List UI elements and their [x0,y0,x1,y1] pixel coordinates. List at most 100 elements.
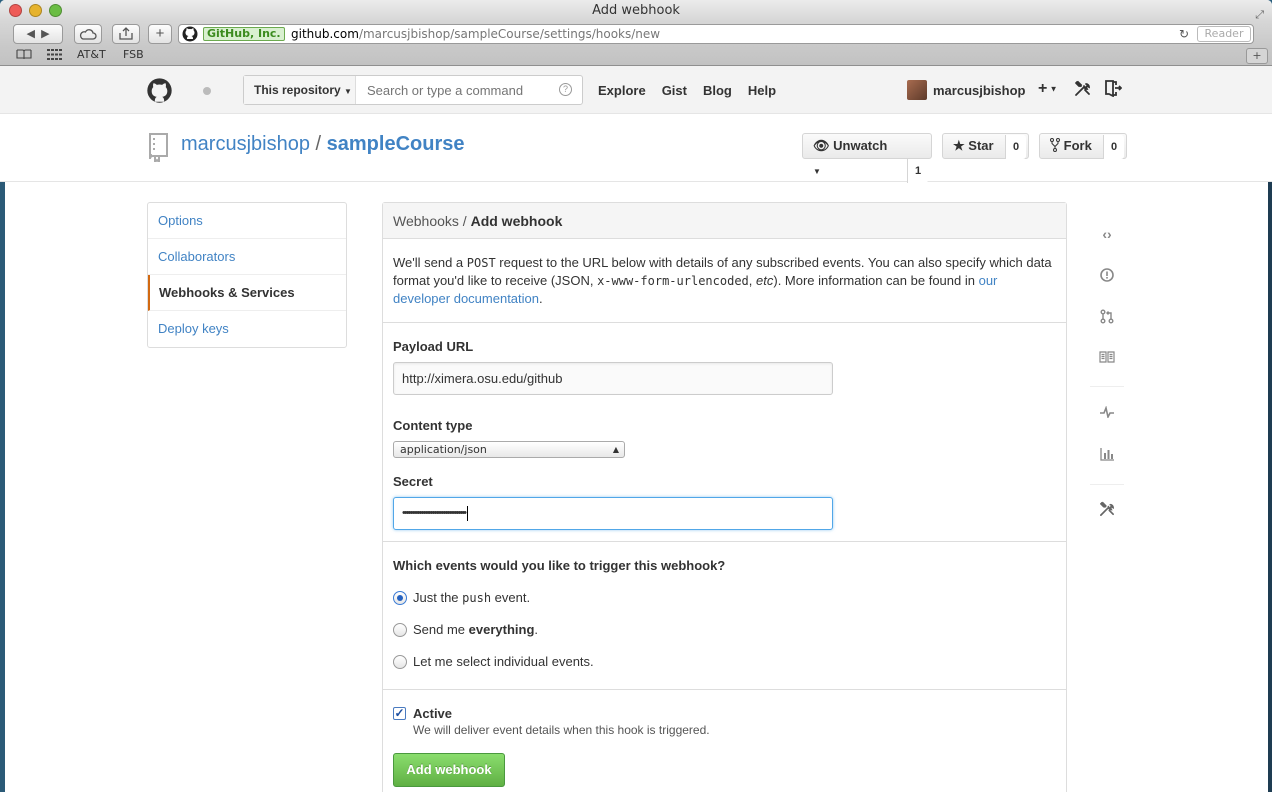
fork-label: Fork [1063,138,1092,153]
page-title: Add webhook [470,213,563,229]
pull-requests-icon[interactable] [1090,309,1124,327]
chevron-down-icon: ▼ [344,87,352,96]
option-text: event. [491,590,531,605]
nav-blog[interactable]: Blog [703,83,732,98]
repo-name-link[interactable]: sampleCourse [327,133,465,155]
forward-icon[interactable]: ▶ [41,28,49,40]
stargazers-count[interactable]: 0 [1005,135,1027,159]
option-code: push [462,591,492,605]
bookmark-item[interactable]: AT&T [77,48,106,61]
watchers-count[interactable]: 1 [907,159,929,183]
active-section: ✓ Active We will deliver event details w… [383,690,1066,737]
reload-icon[interactable]: ↻ [1179,25,1189,43]
webhook-config-form: Payload URL Content type application/jso… [383,323,1066,542]
chevron-down-icon: ▼ [1047,84,1058,94]
top-sites-icon[interactable] [47,49,62,63]
unwatch-button[interactable]: 👁 Unwatch ▼ 1 [802,133,932,183]
breadcrumb-separator: / [458,213,471,229]
star-button[interactable]: ★ Star 0 [942,133,1029,159]
wiki-icon[interactable] [1090,350,1124,366]
address-bar[interactable]: GitHub, Inc. github.com/marcusjbishop/sa… [178,24,1254,44]
issues-icon[interactable] [1090,268,1124,285]
graphs-icon[interactable] [1090,447,1124,464]
nav-divider [1090,386,1124,387]
bookmark-item[interactable]: FSB [123,48,144,61]
intro-text-part: . [539,291,543,306]
menu-item-webhooks[interactable]: Webhooks & Services [148,275,346,311]
settings-icon[interactable] [1090,501,1124,520]
sign-out-icon[interactable] [1104,80,1123,102]
site-search: This repository ▼ ? [243,75,583,105]
radio-push[interactable] [393,590,407,605]
reader-button[interactable]: Reader [1197,26,1251,42]
secret-input[interactable]: •••••••••••••••••••••••••••••••••• [393,497,833,530]
github-favicon-icon [182,26,198,42]
url-text[interactable]: github.com/marcusjbishop/sampleCourse/se… [291,25,660,43]
option-text: Just the [413,590,463,605]
payload-url-input[interactable] [393,362,833,395]
user-menu[interactable]: marcusjbishop [907,80,1025,100]
back-icon[interactable]: ◀ [26,28,34,40]
avatar[interactable] [907,80,927,100]
breadcrumb: Webhooks / Add webhook [383,203,1066,239]
menu-item-options[interactable]: Options [148,203,346,239]
settings-tools-icon[interactable] [1074,80,1091,102]
repo-owner-link[interactable]: marcusjbishop [181,133,310,155]
secret-label: Secret [393,474,433,489]
search-input[interactable] [357,76,557,104]
create-new-button[interactable]: + ▼ [1038,80,1057,98]
events-question: Which events would you like to trigger t… [393,558,726,573]
share-button[interactable] [112,24,140,44]
star-icon: ★ [953,138,965,153]
help-icon[interactable]: ? [559,83,572,96]
event-option-individual[interactable]: Let me select individual events. [393,654,1056,669]
radio-individual[interactable] [393,654,407,669]
browser-window: Add webhook ⤢ ◀ ▶ + GitHub, Inc. github.… [0,0,1272,792]
unwatch-label: Unwatch [833,138,888,153]
option-bold: everything [468,622,535,637]
username[interactable]: marcusjbishop [933,83,1025,98]
add-tab-button[interactable]: + [1246,48,1268,64]
menu-item-collaborators[interactable]: Collaborators [148,239,346,275]
event-option-everything[interactable]: Send me everything. [393,622,1056,637]
content-type-select[interactable]: application/json ▲ [393,441,625,458]
search-scope-dropdown[interactable]: This repository ▼ [244,76,356,104]
breadcrumb-webhooks-link[interactable]: Webhooks [393,213,459,229]
window-title: Add webhook [592,3,680,18]
icloud-tabs-button[interactable] [74,24,102,44]
plus-icon: + [1038,80,1048,97]
nav-explore[interactable]: Explore [598,83,646,98]
event-option-push[interactable]: Just the push event. [393,590,1056,605]
add-webhook-button[interactable]: Add webhook [393,753,505,787]
search-scope-label: This repository [254,83,341,97]
notification-indicator[interactable] [203,87,211,95]
github-logo-icon[interactable] [147,78,172,103]
bookmarks-bar: AT&T FSB + [0,46,1272,66]
radio-everything[interactable] [393,622,407,637]
text-cursor [466,505,468,521]
repository-header: marcusjbishop / sampleCourse 👁 Unwatch ▼… [0,114,1272,183]
zoom-icon[interactable] [49,4,62,17]
payload-url-label: Payload URL [393,339,474,354]
new-tab-button[interactable]: + [148,24,172,44]
intro-code: x-www-form-urlencoded [597,274,749,288]
minimize-icon[interactable] [29,4,42,17]
option-text: . [534,622,539,637]
content-type-label: Content type [393,418,473,433]
share-icon [119,27,133,40]
code-icon[interactable]: ‹› [1090,226,1124,242]
add-webhook-panel: Webhooks / Add webhook We'll send a POST… [382,202,1067,792]
back-forward-buttons[interactable]: ◀ ▶ [13,24,63,44]
nav-gist[interactable]: Gist [662,83,687,98]
pulse-icon[interactable] [1090,405,1124,421]
url-path: /marcusjbishop/sampleCourse/settings/hoo… [358,27,661,41]
active-checkbox[interactable]: ✓ [393,707,406,720]
forks-count[interactable]: 0 [1103,135,1125,159]
top-navigation: Explore Gist Blog Help [598,66,776,114]
menu-item-deploy-keys[interactable]: Deploy keys [148,311,346,347]
ev-certificate-badge[interactable]: GitHub, Inc. [203,27,285,41]
fork-button[interactable]: Fork 0 [1039,133,1127,159]
nav-help[interactable]: Help [748,83,776,98]
close-icon[interactable] [9,4,22,17]
reading-list-icon[interactable] [16,49,32,63]
